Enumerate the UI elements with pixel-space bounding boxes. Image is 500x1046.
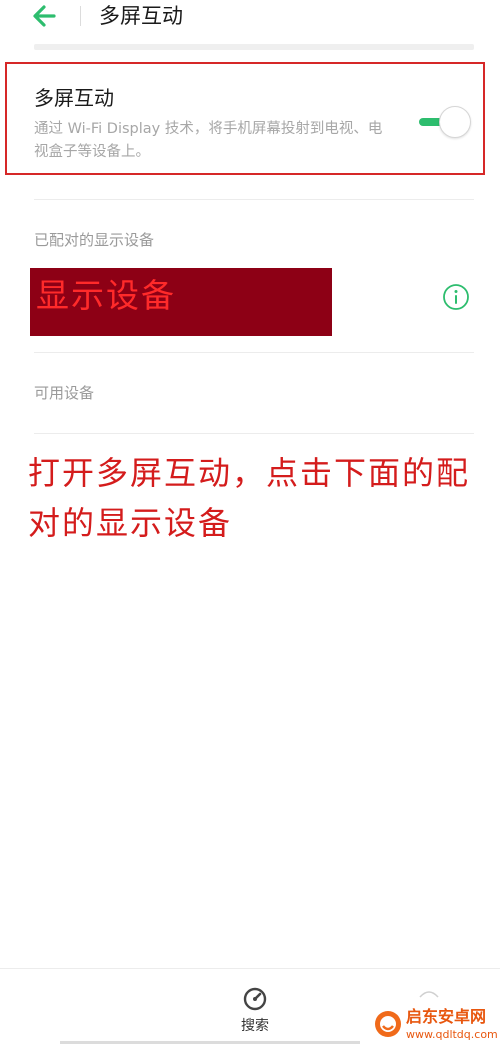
back-button[interactable] — [30, 2, 70, 32]
header-shadow — [34, 44, 474, 50]
annotation-text: 打开多屏互动，点击下面的配对的显示设备 — [28, 454, 471, 542]
multiscreen-description: 通过 Wi-Fi Display 技术，将手机屏幕投射到电视、电视盒子等设备上。 — [34, 121, 383, 160]
watermark: 启东安卓网 www.qdltdq.com — [370, 1006, 500, 1045]
header-divider — [80, 6, 81, 26]
toggle-knob — [439, 106, 471, 138]
watermark-name: 启东安卓网 — [406, 1007, 487, 1026]
search-button[interactable]: 搜索 — [225, 985, 285, 1037]
divider — [34, 433, 474, 434]
arrow-left-icon — [33, 5, 56, 27]
watermark-url: www.qdltdq.com — [406, 1028, 498, 1041]
paired-device-item[interactable]: 显示设备 — [30, 268, 332, 336]
top-bar: 多屏互动 — [0, 0, 500, 40]
watermark-logo-icon — [375, 1011, 401, 1037]
divider — [34, 352, 474, 353]
info-button[interactable] — [442, 283, 470, 311]
gauge-icon — [243, 987, 267, 1011]
multiscreen-title: 多屏互动 — [34, 86, 114, 110]
multiscreen-toggle[interactable] — [417, 104, 473, 140]
more-icon[interactable] — [418, 989, 440, 999]
available-devices-label: 可用设备 — [34, 384, 95, 402]
bottom-handle — [60, 1041, 360, 1044]
divider — [34, 199, 474, 200]
info-icon — [443, 284, 469, 310]
search-label: 搜索 — [241, 1018, 269, 1034]
page-title: 多屏互动 — [99, 4, 183, 28]
paired-devices-label: 已配对的显示设备 — [34, 231, 155, 249]
device-name: 显示设备 — [36, 276, 176, 315]
